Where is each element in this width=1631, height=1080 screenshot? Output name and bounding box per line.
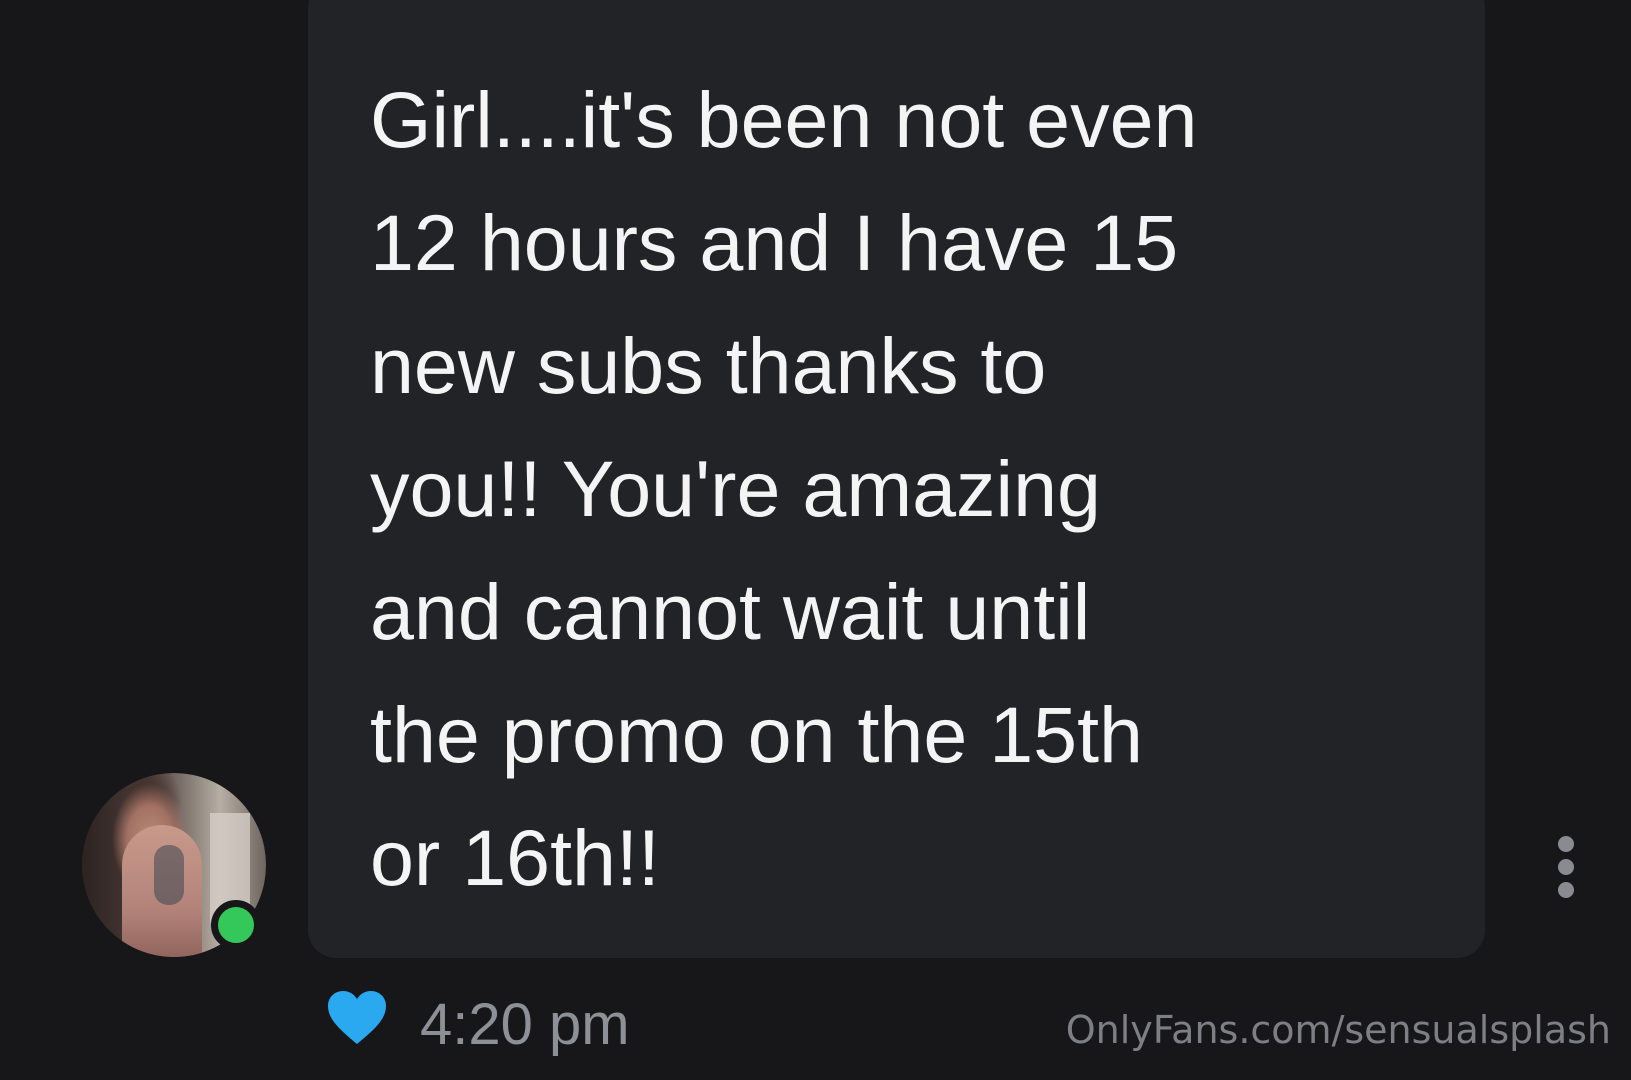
message-text: Girl....it's been not even 12 hours and … [370, 75, 1198, 902]
heart-icon [328, 991, 386, 1044]
avatar-tattoo [154, 845, 184, 905]
message-timestamp: 4:20 pm [420, 992, 630, 1057]
like-button[interactable] [325, 988, 389, 1048]
message-options-button[interactable] [1548, 836, 1584, 898]
online-status-dot [211, 900, 261, 950]
more-vertical-icon [1558, 836, 1574, 852]
more-vertical-icon [1558, 882, 1574, 898]
more-vertical-icon [1558, 859, 1574, 875]
watermark: OnlyFans.com/sensualsplash [1065, 1008, 1611, 1052]
chat-view: Girl....it's been not even 12 hours and … [0, 0, 1631, 1080]
